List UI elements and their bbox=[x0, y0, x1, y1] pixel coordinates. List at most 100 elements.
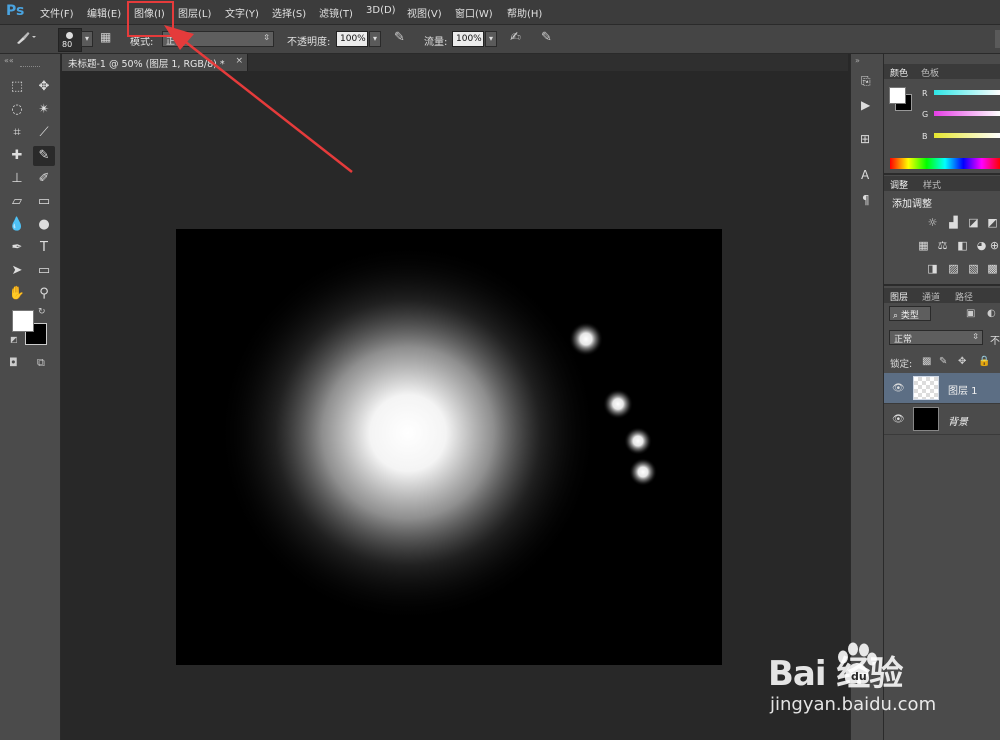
lock-all-icon[interactable]: 🔒 bbox=[978, 356, 990, 367]
quick-mask-icon[interactable]: ◘ bbox=[9, 356, 18, 369]
adjustments-title: 添加调整 bbox=[892, 199, 932, 210]
history-brush-icon[interactable]: ✐ bbox=[33, 169, 55, 189]
character-icon[interactable]: A bbox=[861, 168, 869, 182]
eye-icon[interactable]: 👁 bbox=[892, 414, 905, 425]
tab-color[interactable]: 颜色 bbox=[890, 66, 908, 79]
menu-window[interactable]: 窗口(W) bbox=[455, 5, 493, 20]
brush-panel-icon[interactable]: ▦ bbox=[100, 30, 111, 44]
lock-transparency-icon[interactable]: ▩ bbox=[922, 356, 931, 367]
clone-stamp-icon[interactable]: ⊥ bbox=[6, 169, 28, 189]
gradient-icon[interactable]: ▭ bbox=[33, 192, 55, 212]
exposure-icon[interactable]: ◩ bbox=[986, 217, 999, 229]
foreground-color-swatch[interactable] bbox=[12, 310, 34, 332]
3d-icon[interactable]: ⊞ bbox=[860, 132, 870, 146]
channel-g-slider[interactable] bbox=[934, 111, 1000, 116]
brush-tool-preset-icon[interactable] bbox=[14, 30, 38, 50]
marquee-icon[interactable]: ⬚ bbox=[6, 77, 28, 97]
layer-name[interactable]: 背景 bbox=[948, 413, 968, 428]
hand-icon[interactable]: ✋ bbox=[6, 284, 28, 304]
flow-dropdown[interactable]: ▾ bbox=[485, 31, 497, 47]
tab-swatches[interactable]: 色板 bbox=[921, 66, 939, 79]
menu-filter[interactable]: 滤镜(T) bbox=[319, 5, 353, 20]
canvas-artwork bbox=[218, 243, 657, 623]
menu-3d[interactable]: 3D(D) bbox=[366, 5, 396, 16]
zoom-icon[interactable]: ⚲ bbox=[33, 284, 55, 304]
expand-panels-icon[interactable]: » bbox=[855, 56, 860, 65]
levels-icon[interactable]: ▟ bbox=[947, 217, 960, 229]
search-icon: ⌕ bbox=[893, 311, 901, 321]
airbrush-icon[interactable]: ✍ bbox=[510, 30, 521, 45]
path-selection-icon[interactable]: ➤ bbox=[6, 261, 28, 281]
gradient-map-icon[interactable]: ▩ bbox=[986, 263, 999, 275]
invert-icon[interactable]: ◨ bbox=[926, 263, 939, 275]
threshold-icon[interactable]: ▧ bbox=[967, 263, 980, 275]
workspace-switcher[interactable] bbox=[995, 30, 1000, 48]
pressure-size-icon[interactable]: ✎ bbox=[541, 30, 552, 45]
black-white-icon[interactable]: ◧ bbox=[956, 240, 969, 252]
menu-help[interactable]: 帮助(H) bbox=[507, 5, 542, 20]
type-icon[interactable]: T bbox=[33, 238, 55, 258]
menu-layer[interactable]: 图层(L) bbox=[178, 5, 211, 20]
color-balance-icon[interactable]: ⚖ bbox=[936, 240, 949, 252]
rectangle-icon[interactable]: ▭ bbox=[33, 261, 55, 281]
curves-icon[interactable]: ◪ bbox=[967, 217, 980, 229]
collapse-icon[interactable]: «« bbox=[4, 56, 14, 65]
channel-mixer-icon[interactable]: ⊕ bbox=[988, 240, 1000, 252]
default-colors-icon[interactable]: ◩ bbox=[10, 335, 18, 344]
menu-file[interactable]: 文件(F) bbox=[40, 5, 74, 20]
swap-colors-icon[interactable]: ↻ bbox=[38, 307, 46, 317]
pressure-opacity-icon[interactable]: ✎ bbox=[394, 30, 405, 45]
tab-layers[interactable]: 图层 bbox=[890, 290, 908, 303]
dodge-icon[interactable]: ● bbox=[33, 215, 55, 235]
eye-icon[interactable]: 👁 bbox=[892, 383, 905, 394]
lock-position-icon[interactable]: ✥ bbox=[958, 356, 966, 367]
brush-size-picker[interactable]: 80 bbox=[58, 28, 82, 52]
brightness-icon[interactable]: ☼ bbox=[926, 217, 939, 229]
tab-adjustments[interactable]: 调整 bbox=[890, 178, 908, 191]
toolbox-grip[interactable] bbox=[20, 66, 40, 69]
opacity-dropdown[interactable]: ▾ bbox=[369, 31, 381, 47]
menu-select[interactable]: 选择(S) bbox=[272, 5, 306, 20]
blend-mode-select[interactable]: 正常 ⇳ bbox=[889, 330, 983, 345]
posterize-icon[interactable]: ▨ bbox=[947, 263, 960, 275]
color-spectrum-ramp[interactable] bbox=[890, 158, 1000, 169]
hue-saturation-icon[interactable]: ▦ bbox=[917, 240, 930, 252]
menu-edit[interactable]: 编辑(E) bbox=[87, 5, 121, 20]
lasso-icon[interactable]: ◌ bbox=[6, 100, 28, 120]
actions-icon[interactable]: ▶ bbox=[861, 98, 870, 112]
adjustments-panel-tabs: 调整 样式 bbox=[884, 176, 1000, 191]
photo-filter-icon[interactable]: ◕ bbox=[975, 240, 988, 252]
healing-brush-icon[interactable]: ✚ bbox=[6, 146, 28, 166]
blur-icon[interactable]: 💧 bbox=[6, 215, 28, 235]
eraser-icon[interactable]: ▱ bbox=[6, 192, 28, 212]
lock-pixels-icon[interactable]: ✎ bbox=[939, 356, 947, 367]
history-icon[interactable]: ⎘ bbox=[861, 74, 871, 89]
menu-type[interactable]: 文字(Y) bbox=[225, 5, 259, 20]
layer-row-selected[interactable]: 👁 图层 1 bbox=[884, 373, 1000, 404]
pen-icon[interactable]: ✒ bbox=[6, 238, 28, 258]
magic-wand-icon[interactable]: ✴ bbox=[33, 100, 55, 120]
layer-name[interactable]: 图层 1 bbox=[948, 382, 978, 397]
tab-channels[interactable]: 通道 bbox=[922, 290, 940, 303]
brush-size-dropdown[interactable]: ▾ bbox=[81, 31, 93, 47]
channel-b-slider[interactable] bbox=[934, 133, 1000, 138]
color-panel-foreground-swatch[interactable] bbox=[889, 87, 906, 104]
layer-row[interactable]: 👁 背景 bbox=[884, 404, 1000, 435]
channel-r-slider[interactable] bbox=[934, 90, 1000, 95]
image-filter-icon[interactable]: ▣ bbox=[966, 308, 975, 319]
canvas[interactable] bbox=[176, 229, 722, 665]
brush-icon[interactable]: ✎ bbox=[33, 146, 55, 166]
flow-input[interactable]: 100% bbox=[452, 31, 484, 47]
screen-mode-icon[interactable]: ⧉ bbox=[37, 356, 45, 370]
tab-styles[interactable]: 样式 bbox=[923, 178, 941, 191]
layers-panel-tabs: 图层 通道 路径 bbox=[884, 288, 1000, 303]
paragraph-icon[interactable]: ¶ bbox=[862, 193, 870, 207]
move-icon[interactable]: ✥ bbox=[33, 77, 55, 97]
adjustment-filter-icon[interactable]: ◐ bbox=[987, 308, 996, 319]
menu-view[interactable]: 视图(V) bbox=[407, 5, 442, 20]
layer-filter-select[interactable]: ⌕ 类型 bbox=[889, 306, 931, 321]
tab-paths[interactable]: 路径 bbox=[955, 290, 973, 303]
eyedropper-icon[interactable]: ⟋ bbox=[33, 123, 55, 143]
soft-brush-spot-small bbox=[569, 322, 603, 356]
crop-icon[interactable]: ⌗ bbox=[6, 123, 28, 143]
